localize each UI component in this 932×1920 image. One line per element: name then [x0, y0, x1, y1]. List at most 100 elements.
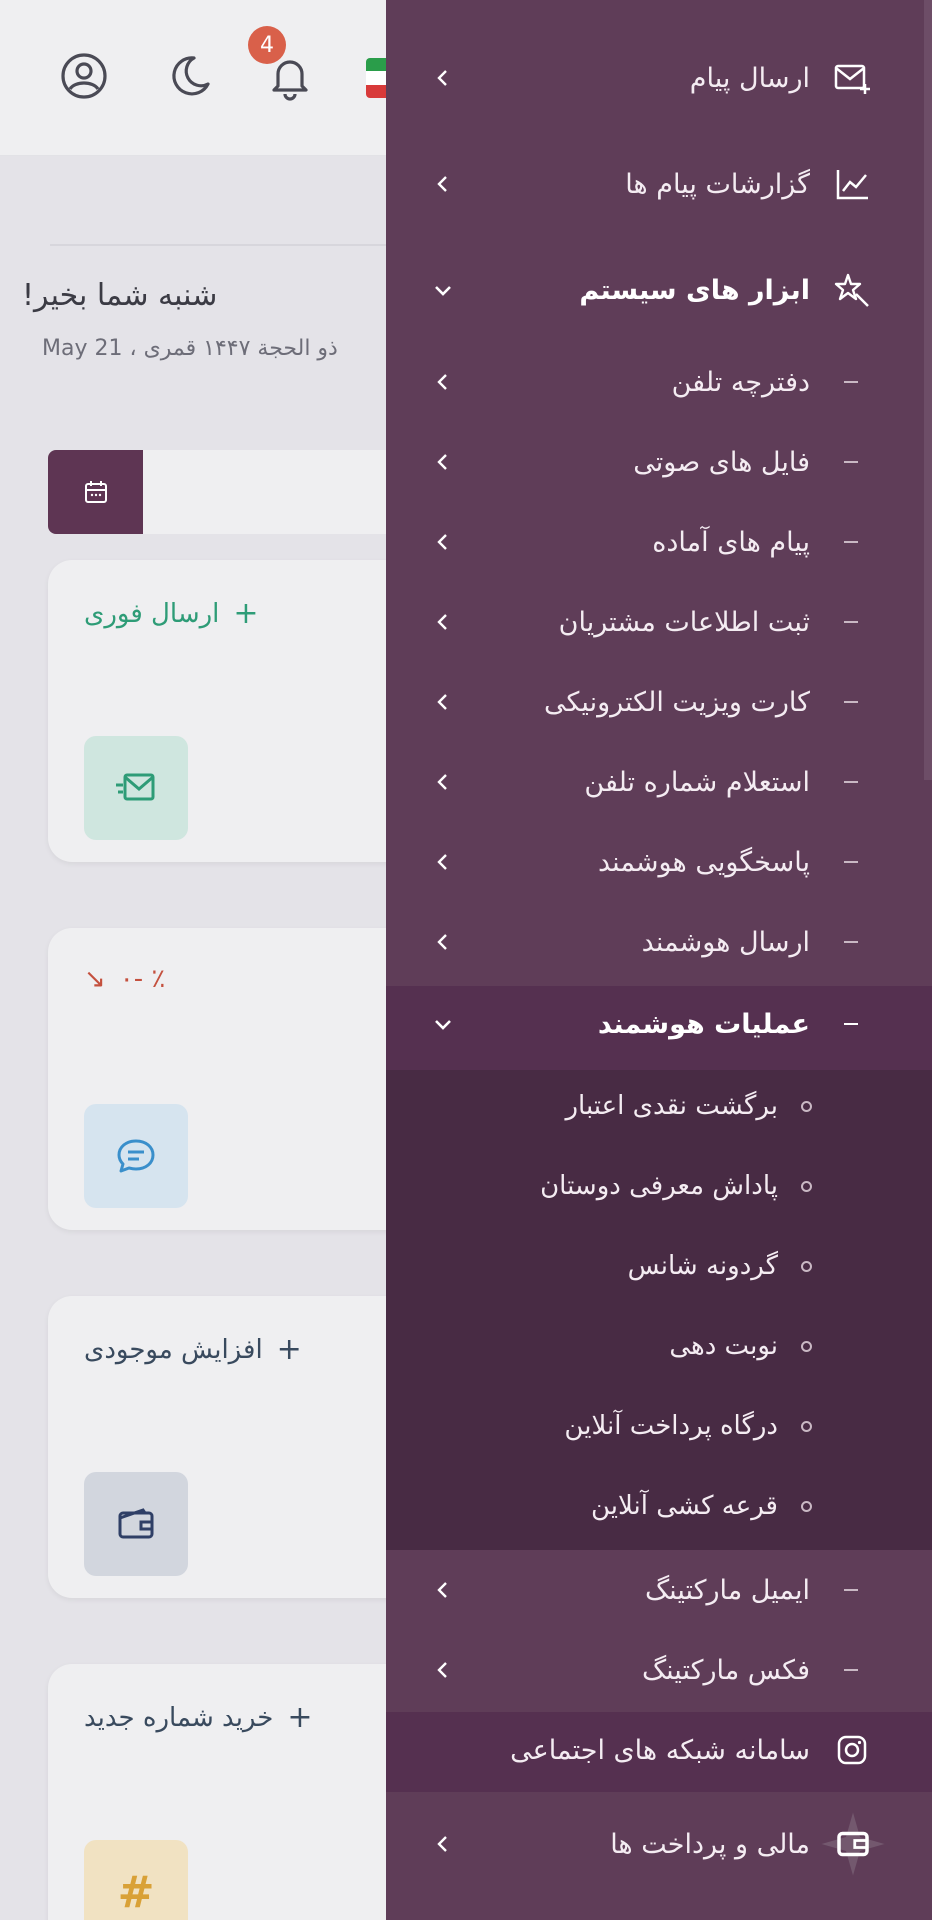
- sidebar-item-label: قرعه کشی آنلاین: [590, 1491, 778, 1521]
- card-title[interactable]: + خرید شماره جدید: [84, 1700, 313, 1735]
- dash-icon: [844, 1023, 858, 1025]
- sidebar-subitem-referral[interactable]: پاداش معرفی دوستان: [386, 1166, 924, 1206]
- sidebar-item-label: کارت ویزیت الکترونیکی: [544, 686, 810, 718]
- chevron-left-icon: [437, 374, 447, 390]
- sidebar-item-label: استعلام شماره تلفن: [584, 766, 810, 798]
- mail-plus-icon: [834, 64, 870, 94]
- chart-line-icon: [836, 170, 868, 200]
- sidebar-item-label: درگاه پرداخت آنلاین: [564, 1411, 778, 1441]
- user-circle-icon[interactable]: [58, 50, 110, 102]
- sidebar-item-label: ثبت اطلاعات مشتریان: [558, 606, 810, 638]
- sidebar-item-label: ابزار های سیستم: [579, 274, 810, 306]
- sidebar-item-label: ارسال پیام: [689, 62, 810, 94]
- sidebar-item-label: گزارشات پیام ها: [625, 168, 810, 200]
- sidebar-item-label: فایل های صوتی: [633, 446, 810, 478]
- chevron-left-icon: [437, 854, 447, 870]
- submenu-band: [386, 1070, 932, 1550]
- sidebar-item-send-message[interactable]: ارسال پیام: [386, 58, 924, 98]
- dash-icon: [844, 781, 858, 783]
- send-mail-icon: [84, 736, 188, 840]
- sidebar-subitem-wheel[interactable]: گردونه شانس: [386, 1246, 924, 1286]
- chevron-left-icon: [437, 1836, 447, 1852]
- sidebar-item-phone-inquiry[interactable]: استعلام شماره تلفن: [386, 762, 924, 802]
- dash-icon: [844, 621, 858, 623]
- plus-icon: +: [233, 596, 259, 631]
- chevron-left-icon: [437, 694, 447, 710]
- greeting-date: ذو الحجة ۱۴۴۷ قمری ، 21 May: [42, 336, 338, 361]
- sidebar-item-phonebook[interactable]: دفترچه تلفن: [386, 362, 924, 402]
- calendar-button[interactable]: [48, 450, 143, 534]
- chevron-left-icon: [437, 454, 447, 470]
- sidebar-item-customer-info[interactable]: ثبت اطلاعات مشتریان: [386, 602, 924, 642]
- sidebar-item-reports[interactable]: گزارشات پیام ها: [386, 164, 924, 204]
- sidebar-item-label: مالی و پرداخت ها: [610, 1828, 810, 1860]
- hashtag-icon: #: [84, 1840, 188, 1920]
- calendar-icon: [84, 481, 107, 503]
- dash-icon: [844, 541, 858, 543]
- chevron-left-icon: [437, 614, 447, 630]
- moon-icon[interactable]: [164, 50, 216, 102]
- circle-bullet-icon: [801, 1340, 812, 1352]
- sidebar-item-label: دفترچه تلفن: [671, 366, 810, 398]
- sidebar-item-label: سامانه شبکه های اجتماعی: [510, 1734, 810, 1766]
- magic-star-icon: [834, 273, 869, 307]
- sidebar-item-email-marketing[interactable]: ایمیل مارکتینگ: [386, 1570, 924, 1610]
- chevron-down-icon: [435, 286, 451, 296]
- dash-icon: [844, 1589, 858, 1591]
- chevron-left-icon: [437, 774, 447, 790]
- sidebar-item-ready-messages[interactable]: پیام های آماده: [386, 522, 924, 562]
- wallet-icon: [821, 1812, 885, 1876]
- sidebar-subitem-appointment[interactable]: نوبت دهی: [386, 1326, 924, 1366]
- sidebar-item-label: نوبت دهی: [669, 1331, 778, 1361]
- circle-bullet-icon: [801, 1500, 812, 1512]
- sidebar-subitem-cashback[interactable]: برگشت نقدی اعتبار: [386, 1086, 924, 1126]
- dash-icon: [844, 861, 858, 863]
- chevron-left-icon: [437, 934, 447, 950]
- chevron-left-icon: [437, 1662, 447, 1678]
- sidebar-item-label: برگشت نقدی اعتبار: [565, 1091, 778, 1121]
- sidebar-item-smart-send[interactable]: ارسال هوشمند: [386, 922, 924, 962]
- card-title[interactable]: + ارسال فوری: [84, 596, 259, 631]
- scrollbar[interactable]: [924, 0, 932, 780]
- dash-icon: [844, 701, 858, 703]
- circle-bullet-icon: [801, 1260, 812, 1272]
- chevron-left-icon: [437, 534, 447, 550]
- card-trend: ٪ -٠ ↘: [84, 964, 166, 994]
- sidebar-subitem-lottery[interactable]: قرعه کشی آنلاین: [386, 1486, 924, 1526]
- plus-icon: +: [287, 1700, 313, 1735]
- dash-icon: [844, 381, 858, 383]
- greeting-title: شنبه شما بخیر!: [22, 278, 218, 313]
- sidebar-item-label: ایمیل مارکتینگ: [645, 1574, 810, 1606]
- arrow-down-right-icon: ↘: [84, 964, 106, 994]
- circle-bullet-icon: [801, 1420, 812, 1432]
- chevron-left-icon: [437, 176, 447, 192]
- instagram-icon: [837, 1735, 867, 1765]
- sidebar-item-finance[interactable]: مالی و پرداخت ها: [386, 1812, 924, 1876]
- sidebar-item-label: فکس مارکتینگ: [641, 1654, 810, 1686]
- sidebar-item-label: ارسال هوشمند: [641, 926, 810, 958]
- chevron-left-icon: [437, 1582, 447, 1598]
- card-title[interactable]: + افزایش موجودی: [84, 1332, 302, 1367]
- sidebar-item-smart-operations[interactable]: عملیات هوشمند: [386, 1004, 924, 1044]
- sidebar-item-label: پاداش معرفی دوستان: [540, 1171, 778, 1201]
- side-menu: ارسال پیام گزارشات پیام ها ابزار های سیس…: [386, 0, 932, 1920]
- sidebar-item-smart-reply[interactable]: پاسخگویی هوشمند: [386, 842, 924, 882]
- sidebar-item-system-tools[interactable]: ابزار های سیستم: [386, 270, 924, 310]
- circle-bullet-icon: [801, 1100, 812, 1112]
- sidebar-item-label: پاسخگویی هوشمند: [598, 846, 810, 878]
- plus-icon: +: [276, 1332, 302, 1367]
- wallet-icon: [84, 1472, 188, 1576]
- chevron-left-icon: [437, 70, 447, 86]
- dash-icon: [844, 941, 858, 943]
- dash-icon: [844, 1669, 858, 1671]
- chevron-down-icon: [435, 1020, 451, 1030]
- sidebar-item-label: پیام های آماده: [652, 526, 810, 558]
- circle-bullet-icon: [801, 1180, 812, 1192]
- dash-icon: [844, 461, 858, 463]
- sidebar-item-label: عملیات هوشمند: [597, 1008, 810, 1040]
- sidebar-item-social-networks[interactable]: سامانه شبکه های اجتماعی: [386, 1730, 924, 1770]
- sidebar-item-voice-files[interactable]: فایل های صوتی: [386, 442, 924, 482]
- sidebar-subitem-payment-gateway[interactable]: درگاه پرداخت آنلاین: [386, 1406, 924, 1446]
- sidebar-item-business-card[interactable]: کارت ویزیت الکترونیکی: [386, 682, 924, 722]
- sidebar-item-fax-marketing[interactable]: فکس مارکتینگ: [386, 1650, 924, 1690]
